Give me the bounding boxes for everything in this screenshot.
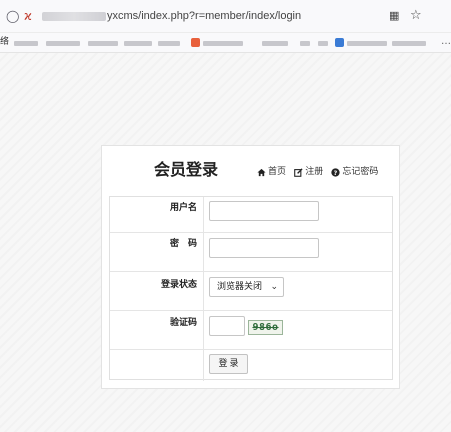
login-form: 用户名 密 码 登录状态 浏览器关闭 ⌄ 验证码 986o 登录	[109, 196, 393, 381]
bookmark-item[interactable]	[318, 41, 328, 46]
bookmark-item[interactable]	[392, 41, 426, 46]
home-link-label: 首页	[268, 167, 287, 177]
home-link[interactable]: 首页	[257, 166, 286, 178]
login-status-value: 浏览器关闭	[217, 282, 263, 292]
label-cell: 用户名	[110, 197, 204, 232]
register-link[interactable]: 注册	[294, 166, 323, 178]
bookmark-item[interactable]	[124, 41, 152, 46]
login-status-select[interactable]: 浏览器关闭 ⌄	[209, 277, 284, 297]
login-panel: 会员登录 首页 注册 ? 忘记密码 用户名 密 码 登录状态 浏览器关闭 ⌄ 验…	[101, 145, 400, 389]
top-links: 首页 注册 ? 忘记密码	[257, 166, 383, 178]
bookmark-item[interactable]	[88, 41, 118, 46]
username-label: 用户名	[169, 203, 197, 213]
bookmark-item[interactable]	[14, 41, 38, 46]
password-row: 密 码	[110, 233, 392, 272]
login-button[interactable]: 登录	[209, 354, 248, 374]
blurred-host	[42, 12, 106, 21]
captcha-row: 验证码 986o	[110, 311, 392, 350]
svg-text:?: ?	[334, 169, 338, 176]
browser-url-bar[interactable]: ◯ ϰ yxcms/index.php?r=member/index/login…	[0, 0, 451, 33]
home-icon	[257, 168, 266, 177]
bookmark-item[interactable]	[46, 41, 80, 46]
forgot-password-link[interactable]: ? 忘记密码	[331, 166, 378, 178]
qr-code-icon[interactable]: ▦	[389, 9, 399, 23]
login-status-row: 登录状态 浏览器关闭 ⌄	[110, 272, 392, 311]
chevron-down-icon: ⌄	[270, 282, 278, 292]
other-bookmarks-icon[interactable]: …	[441, 36, 451, 47]
captcha-label: 验证码	[169, 318, 197, 328]
question-circle-icon: ?	[331, 167, 341, 177]
label-cell: 验证码	[110, 311, 204, 349]
url-text[interactable]: yxcms/index.php?r=member/index/login	[107, 10, 301, 23]
bookmark-star-icon[interactable]: ☆	[410, 9, 422, 23]
label-cell: 密 码	[110, 233, 204, 271]
password-input[interactable]	[209, 238, 319, 258]
bookmarks-bar: 络 …	[0, 33, 451, 53]
insecure-lock-icon[interactable]: ϰ	[24, 9, 32, 23]
login-status-label: 登录状态	[160, 280, 197, 290]
edit-icon	[294, 167, 303, 177]
submit-row: 登录	[110, 350, 392, 381]
bookmark-item[interactable]	[262, 41, 288, 46]
password-label: 密 码	[169, 239, 197, 249]
bookmark-favicon-icon[interactable]	[335, 38, 344, 47]
page-title: 会员登录	[154, 160, 219, 179]
username-input[interactable]	[209, 201, 319, 221]
forgot-password-label: 忘记密码	[342, 167, 379, 177]
captcha-image[interactable]: 986o	[248, 320, 283, 335]
username-row: 用户名	[110, 197, 392, 233]
bookmark-item[interactable]	[347, 41, 387, 46]
bookmark-item[interactable]	[300, 41, 310, 46]
label-cell: 登录状态	[110, 272, 204, 310]
bookmark-item[interactable]: 络	[0, 37, 9, 48]
tracking-shield-icon[interactable]: ◯	[6, 9, 19, 23]
bookmark-favicon-icon[interactable]	[191, 38, 200, 47]
label-cell	[110, 350, 204, 381]
register-link-label: 注册	[305, 167, 324, 177]
captcha-input[interactable]	[209, 316, 245, 336]
bookmark-item[interactable]	[158, 41, 180, 46]
bookmark-item[interactable]	[203, 41, 243, 46]
